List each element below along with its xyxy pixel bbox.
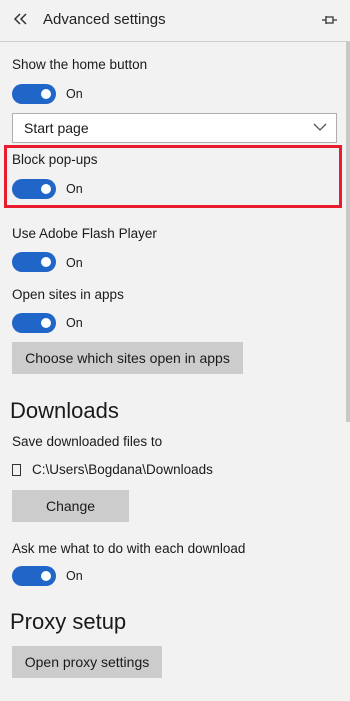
- ask-download-toggle-state: On: [66, 569, 83, 583]
- home-page-select[interactable]: Start page: [12, 113, 337, 143]
- flash-label: Use Adobe Flash Player: [12, 226, 157, 241]
- downloads-heading: Downloads: [10, 398, 119, 423]
- ask-download-toggle[interactable]: [12, 566, 56, 586]
- open-in-apps-toggle[interactable]: [12, 313, 56, 333]
- choose-sites-button[interactable]: Choose which sites open in apps: [12, 342, 243, 374]
- block-popups-toggle-state: On: [66, 182, 83, 196]
- pin-icon[interactable]: [318, 9, 340, 31]
- block-popups-toggle[interactable]: [12, 179, 56, 199]
- home-page-select-value: Start page: [24, 120, 89, 136]
- home-button-label: Show the home button: [12, 57, 148, 72]
- download-path: C:\Users\Bogdana\Downloads: [32, 462, 213, 477]
- ask-download-label: Ask me what to do with each download: [12, 541, 246, 556]
- panel-header: Advanced settings: [0, 0, 350, 42]
- flash-toggle-state: On: [66, 256, 83, 270]
- chevron-down-icon: [312, 119, 328, 135]
- folder-icon: [12, 463, 22, 476]
- home-button-toggle-state: On: [66, 87, 83, 101]
- block-popups-label: Block pop-ups: [12, 152, 98, 167]
- open-in-apps-toggle-state: On: [66, 316, 83, 330]
- panel-title: Advanced settings: [43, 11, 166, 28]
- home-button-toggle[interactable]: [12, 84, 56, 104]
- proxy-heading: Proxy setup: [10, 609, 127, 634]
- open-in-apps-label: Open sites in apps: [12, 287, 124, 302]
- change-location-button[interactable]: Change: [12, 490, 129, 522]
- open-proxy-settings-button[interactable]: Open proxy settings: [12, 646, 162, 678]
- back-chevron-icon[interactable]: [12, 9, 30, 29]
- scrollbar[interactable]: [346, 42, 350, 422]
- save-location-label: Save downloaded files to: [12, 434, 163, 449]
- flash-toggle[interactable]: [12, 252, 56, 272]
